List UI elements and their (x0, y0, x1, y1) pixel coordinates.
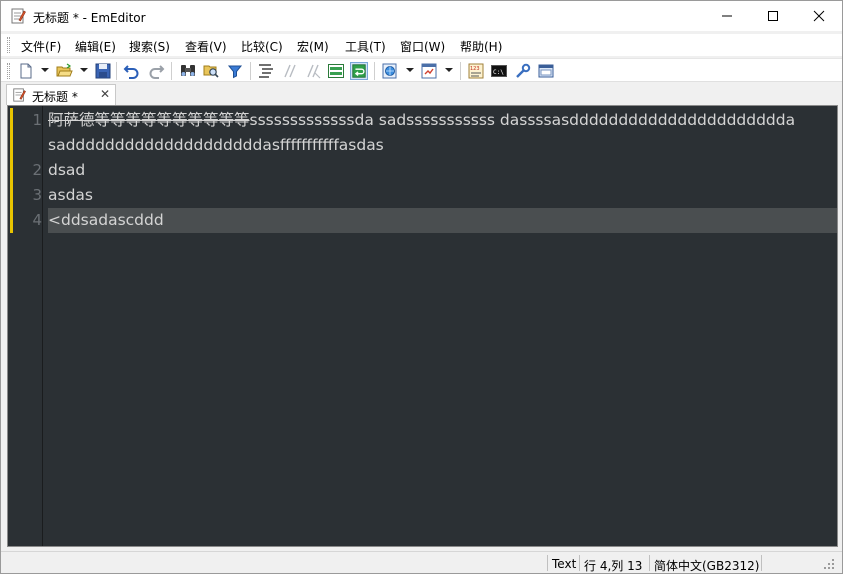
code-line-4[interactable]: <ddsadascddd (48, 208, 164, 233)
code-line-2[interactable]: dsad (48, 158, 85, 183)
code-line-3[interactable]: asdas (48, 183, 93, 208)
modified-line-marker (10, 108, 13, 233)
open-folder-icon[interactable] (55, 62, 73, 80)
tab-close-icon[interactable]: ✕ (100, 87, 110, 101)
new-file-icon[interactable] (17, 62, 35, 80)
toolbar-separator (460, 62, 461, 80)
toolbar: 123 C:\ (1, 58, 842, 82)
code-line-1[interactable]: 阿萨德等等等等等等等等等等sssssssssssssda sadssssssss… (48, 108, 795, 133)
toolbar-separator (374, 62, 375, 80)
svg-text:C:\: C:\ (493, 69, 504, 76)
comment-icon[interactable] (281, 62, 299, 80)
resize-grip-icon[interactable] (823, 558, 835, 570)
filter-icon[interactable] (226, 62, 244, 80)
find-in-files-icon[interactable] (202, 62, 220, 80)
emeditor-app-icon[interactable] (10, 8, 26, 24)
toolbar-separator (250, 62, 251, 80)
menu-edit[interactable]: 编辑(E) (75, 38, 116, 55)
undo-icon[interactable] (123, 62, 141, 80)
ruler-icon[interactable]: 123 (467, 62, 485, 80)
menu-grip[interactable] (7, 37, 10, 53)
redo-icon[interactable] (147, 62, 165, 80)
status-separator (649, 555, 650, 571)
maximize-button[interactable] (750, 1, 796, 31)
line-number: 4 (32, 211, 42, 229)
status-bar: Text 行 4,列 13 简体中文(GB2312) (1, 551, 842, 573)
status-encoding[interactable]: 简体中文(GB2312) (654, 557, 759, 574)
console-icon[interactable]: C:\ (490, 62, 508, 80)
menu-bar: 文件(F) 编辑(E) 搜索(S) 查看(V) 比较(C) 宏(M) 工具(T)… (1, 34, 842, 56)
menu-window[interactable]: 窗口(W) (400, 38, 445, 55)
web-dropdown[interactable] (406, 68, 414, 72)
document-icon (13, 88, 26, 102)
close-icon (813, 10, 825, 22)
uncomment-icon[interactable] (304, 62, 322, 80)
status-separator (579, 555, 580, 571)
status-mode[interactable]: Text (552, 557, 576, 571)
text-segment: dsad (48, 161, 86, 179)
line-number-gutter[interactable]: 1 2 3 4 (8, 106, 43, 546)
menu-macro[interactable]: 宏(M) (297, 38, 329, 55)
menu-view[interactable]: 查看(V) (185, 38, 227, 55)
svg-text:123: 123 (470, 66, 480, 72)
menu-search[interactable]: 搜索(S) (129, 38, 170, 55)
text-segment: asdas (48, 186, 93, 204)
window-title: 无标题 * - EmEditor (33, 11, 146, 25)
highlight-icon[interactable] (327, 62, 345, 80)
view-dropdown[interactable] (445, 68, 453, 72)
text-area[interactable]: 阿萨德等等等等等等等等等等sssssssssssssda sadssssssss… (44, 106, 837, 546)
menu-help[interactable]: 帮助(H) (460, 38, 502, 55)
find-icon[interactable] (179, 62, 197, 80)
web-icon[interactable] (381, 62, 399, 80)
line-number: 3 (32, 186, 42, 204)
maximize-icon (768, 11, 778, 21)
line-number: 2 (32, 161, 42, 179)
tab-untitled[interactable]: 无标题 * ✕ (6, 84, 116, 105)
status-separator (547, 555, 548, 571)
text-segment: saddddddddddddddddddddasfffffffffffasdas (48, 136, 384, 154)
menu-file[interactable]: 文件(F) (21, 38, 61, 55)
minimize-icon (722, 15, 732, 17)
new-file-dropdown[interactable] (41, 68, 49, 72)
code-line-1-wrapped[interactable]: saddddddddddddddddddddasfffffffffffasdas (48, 133, 384, 158)
save-icon[interactable] (94, 62, 112, 80)
document-tab-bar: 无标题 * ✕ (1, 82, 842, 105)
minimize-button[interactable] (704, 1, 750, 31)
menu-tools[interactable]: 工具(T) (345, 38, 386, 55)
line-number: 1 (32, 111, 42, 129)
format-icon[interactable] (257, 62, 275, 80)
tab-label: 无标题 * (32, 90, 78, 104)
close-window-button[interactable] (796, 1, 842, 31)
text-segment: <ddsadascddd (48, 211, 164, 229)
wrap-icon[interactable] (350, 62, 368, 80)
current-line-highlight (48, 208, 837, 233)
editor-pane[interactable]: 1 2 3 4 阿萨德等等等等等等等等等等sssssssssssssda sad… (7, 105, 838, 547)
toolbar-separator (116, 62, 117, 80)
title-bar: 无标题 * - EmEditor (1, 1, 842, 31)
status-separator (761, 555, 762, 571)
open-dropdown[interactable] (80, 68, 88, 72)
toolbar-separator (171, 62, 172, 80)
emeditor-window: 无标题 * - EmEditor 文件(F) 编辑(E) 搜索(S) 查看(V)… (0, 0, 843, 574)
tools-icon[interactable] (514, 62, 532, 80)
toolbar-grip[interactable] (7, 63, 10, 79)
menu-compare[interactable]: 比较(C) (241, 38, 283, 55)
view-icon[interactable] (420, 62, 438, 80)
text-segment: sssssssssssssda sadsssssssssss dassssasd… (249, 111, 796, 129)
window-icon[interactable] (537, 62, 555, 80)
strikethrough-text: 阿萨德等等等等等等等等等等 (48, 111, 250, 129)
status-cursor-position[interactable]: 行 4,列 13 (584, 557, 642, 574)
